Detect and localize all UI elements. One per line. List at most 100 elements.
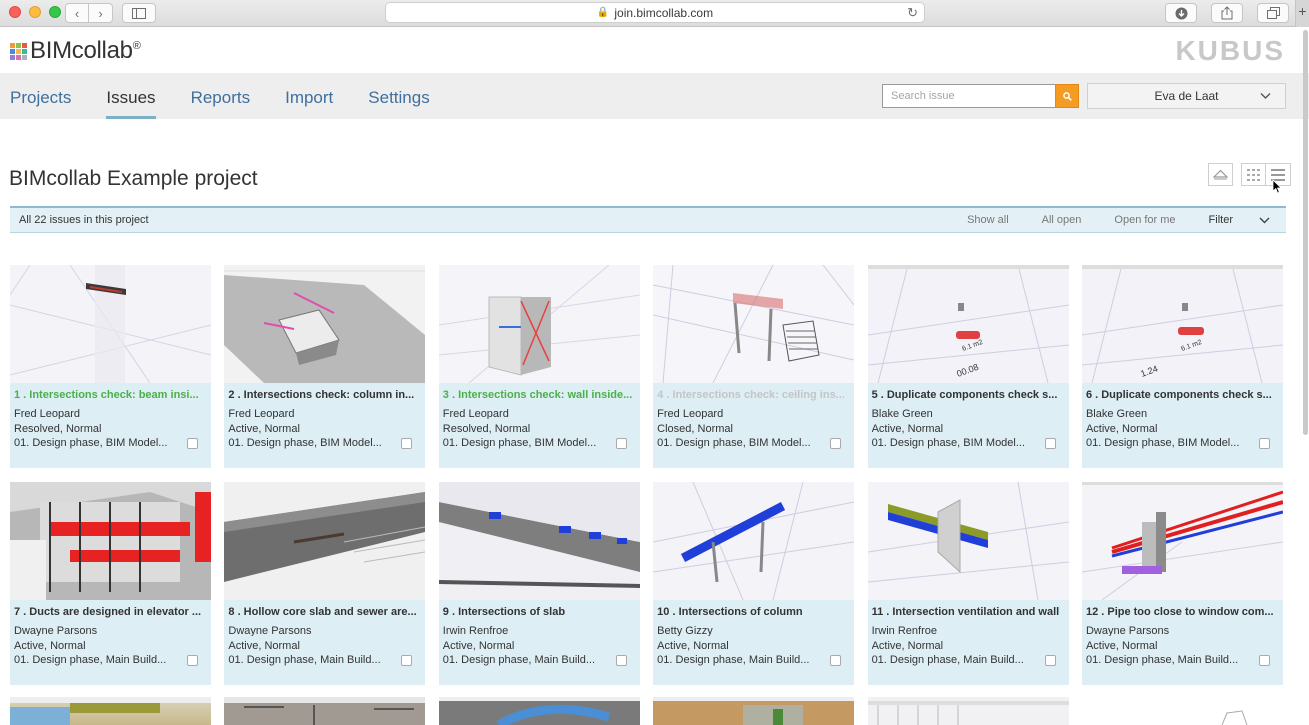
nav-tab-reports[interactable]: Reports (191, 73, 251, 119)
issue-title[interactable]: 6 . Duplicate components check s... (1086, 389, 1279, 404)
issue-phase: 01. Design phase, BIM Model... (1085, 437, 1240, 449)
sidebar-toggle-button[interactable] (122, 3, 156, 23)
issue-assignee: Blake Green (871, 408, 933, 419)
search-input[interactable] (882, 84, 1055, 108)
issue-card-partial[interactable] (1081, 697, 1283, 725)
issue-assignee: Fred Leopard (14, 408, 81, 419)
lock-icon: 🔒 (596, 7, 610, 18)
issue-select-checkbox[interactable] (830, 437, 842, 449)
tabs-overview-button[interactable] (1257, 3, 1289, 23)
issue-title[interactable]: 10 . Intersections of column (657, 606, 850, 621)
issue-card[interactable]: 11 . Intersection ventilation and wall Ir… (867, 482, 1069, 685)
issue-card-partial[interactable] (867, 697, 1069, 725)
issue-phase: 01. Design phase, Main Build... (1085, 654, 1239, 666)
issue-select-checkbox[interactable] (830, 654, 842, 666)
issue-snapshot-image[interactable] (1081, 482, 1283, 600)
logo-mark-icon (10, 42, 27, 60)
issue-select-checkbox[interactable] (1258, 437, 1270, 449)
issue-title[interactable]: 8 . Hollow core slab and sewer are... (228, 606, 421, 621)
issue-title[interactable]: 1 . Intersections check: beam insi... (14, 389, 207, 404)
page-scrollbar[interactable] (1303, 30, 1308, 435)
zoom-window-button[interactable] (49, 6, 61, 18)
issue-filter-bar: All 22 issues in this project Show all A… (10, 206, 1286, 233)
issue-select-checkbox[interactable] (187, 437, 198, 449)
issue-snapshot-image[interactable] (224, 482, 426, 600)
issue-card[interactable]: 12 . Pipe too close to window com... Dway… (1081, 482, 1283, 685)
issue-phase: 01. Design phase, BIM Model... (871, 437, 1026, 449)
issue-select-checkbox[interactable] (401, 654, 413, 666)
issue-status: Active, Normal (871, 423, 944, 434)
issue-select-checkbox[interactable] (401, 437, 413, 449)
issue-card-partial[interactable] (10, 697, 211, 725)
issue-snapshot-image[interactable] (10, 482, 211, 600)
issue-snapshot-image[interactable] (438, 482, 640, 600)
issue-card-partial[interactable] (224, 697, 426, 725)
mouse-cursor-icon (1272, 179, 1282, 194)
open-for-me-link[interactable]: Open for me (1114, 214, 1175, 226)
issue-snapshot-image[interactable] (867, 482, 1069, 600)
issue-assignee: Fred Leopard (657, 408, 724, 419)
nav-tab-issues[interactable]: Issues (106, 73, 156, 119)
issue-title[interactable]: 11 . Intersection ventilation and wall (872, 606, 1065, 621)
issue-select-checkbox[interactable] (1044, 437, 1056, 449)
forward-button[interactable]: › (89, 3, 113, 23)
issue-card-partial[interactable] (438, 697, 640, 725)
issue-title[interactable]: 9 . Intersections of slab (443, 606, 636, 621)
back-button[interactable]: ‹ (65, 3, 89, 23)
issue-title[interactable]: 12 . Pipe too close to window com... (1086, 606, 1279, 621)
issue-snapshot-image[interactable]: 6.1 m2 00.08 (867, 265, 1069, 383)
issue-snapshot-image[interactable] (224, 265, 426, 383)
issue-card[interactable]: 8 . Hollow core slab and sewer are... Dwa… (224, 482, 426, 685)
issue-select-checkbox[interactable] (187, 654, 198, 666)
issue-card[interactable]: 10 . Intersections of column Betty Gizzy A… (653, 482, 855, 685)
issue-title[interactable]: 5 . Duplicate components check s... (872, 389, 1065, 404)
downloads-button[interactable] (1165, 3, 1197, 23)
filter-label: Filter (1208, 214, 1233, 226)
issue-phase: 01. Design phase, BIM Model... (14, 437, 168, 449)
issue-grid: 1 . Intersections check: beam insi... Fre… (10, 265, 1283, 685)
issue-select-checkbox[interactable] (615, 654, 627, 666)
issue-card[interactable]: 9 . Intersections of slab Irwin Renfroe Ac… (438, 482, 640, 685)
issue-card[interactable]: 3 . Intersections check: wall inside... F… (438, 265, 640, 468)
close-window-button[interactable] (9, 6, 21, 18)
issue-card[interactable]: 7 . Ducts are designed in elevator ... Dw… (10, 482, 211, 685)
issue-status: Active, Normal (14, 640, 86, 651)
issue-status: Active, Normal (442, 640, 515, 651)
issue-card[interactable]: 6.1 m2 00.08 5 . Duplicate components chec… (867, 265, 1069, 468)
issue-select-checkbox[interactable] (1258, 654, 1270, 666)
search-button[interactable] (1055, 84, 1079, 108)
nav-tab-import[interactable]: Import (285, 73, 333, 119)
issue-card[interactable]: 1 . Intersections check: beam insi... Fre… (10, 265, 211, 468)
issue-status: Active, Normal (871, 640, 944, 651)
issue-snapshot-image[interactable] (10, 265, 211, 383)
nav-tab-settings[interactable]: Settings (368, 73, 429, 119)
issue-snapshot-image[interactable] (653, 482, 855, 600)
minimize-window-button[interactable] (29, 6, 41, 18)
issue-title[interactable]: 3 . Intersections check: wall inside... (443, 389, 636, 404)
reload-icon[interactable]: ↻ (907, 5, 918, 21)
grid-view-button[interactable] (1241, 163, 1266, 186)
share-button[interactable] (1211, 3, 1243, 23)
collapse-button[interactable] (1208, 163, 1233, 186)
all-open-link[interactable]: All open (1042, 214, 1082, 226)
bimcollab-logo[interactable]: BIMcollab® (10, 37, 141, 65)
issue-snapshot-image[interactable] (653, 265, 855, 383)
issue-snapshot-image[interactable] (438, 265, 640, 383)
issue-title[interactable]: 7 . Ducts are designed in elevator ... (14, 606, 207, 621)
issue-title[interactable]: 2 . Intersections check: column in... (228, 389, 421, 404)
issue-card[interactable]: 2 . Intersections check: column in... Fre… (224, 265, 426, 468)
user-menu-dropdown[interactable]: Eva de Laat (1087, 83, 1286, 109)
issue-card[interactable]: 6.1 m2 1.24 6 . Duplicate components check… (1081, 265, 1283, 468)
issue-select-checkbox[interactable] (1044, 654, 1056, 666)
issue-snapshot-image[interactable]: 6.1 m2 1.24 (1081, 265, 1283, 383)
issue-title[interactable]: 4 . Intersections check: ceiling ins... (657, 389, 850, 404)
filter-dropdown[interactable]: Filter (1209, 214, 1270, 226)
grid-icon (1246, 168, 1260, 181)
issue-card[interactable]: 4 . Intersections check: ceiling ins... F… (653, 265, 855, 468)
address-bar[interactable]: 🔒 join.bimcollab.com ↻ (385, 2, 925, 23)
nav-tab-projects[interactable]: Projects (10, 73, 71, 119)
issue-select-checkbox[interactable] (615, 437, 627, 449)
issue-card-partial[interactable] (653, 697, 855, 725)
new-tab-button[interactable]: + (1295, 0, 1309, 27)
show-all-link[interactable]: Show all (967, 214, 1009, 226)
